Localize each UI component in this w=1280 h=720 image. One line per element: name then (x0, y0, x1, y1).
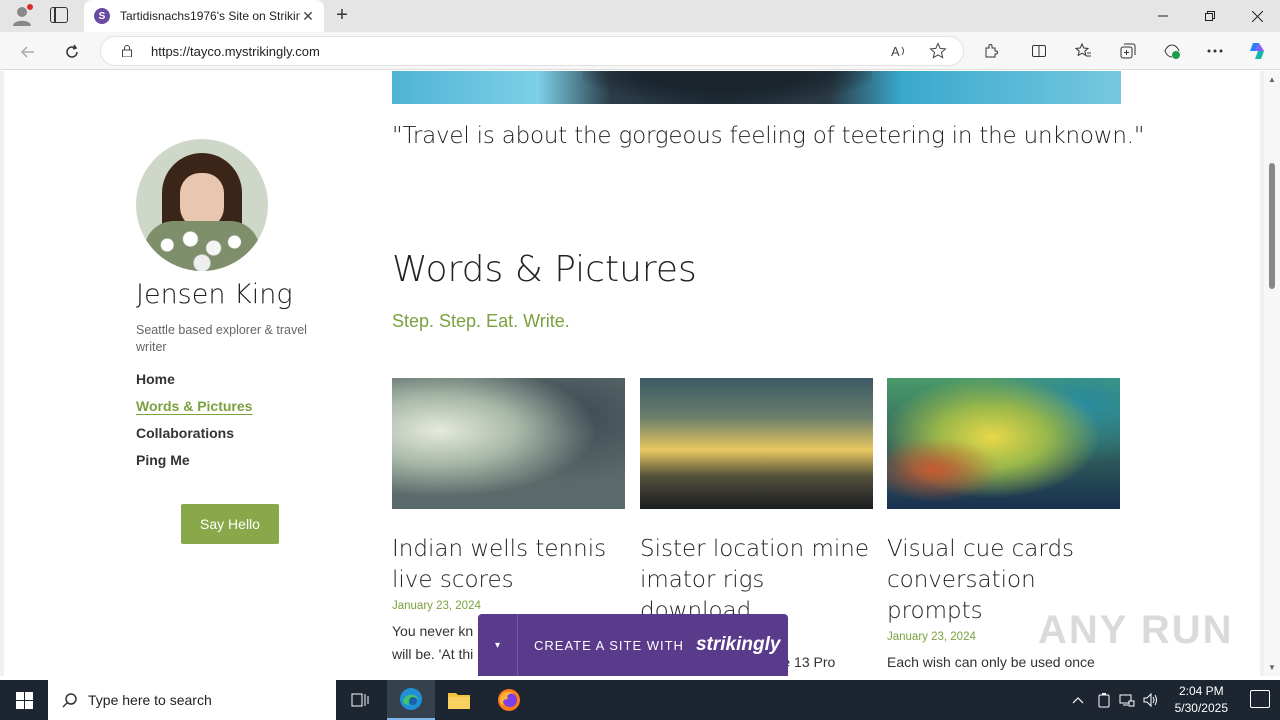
search-icon (62, 693, 77, 708)
chevron-down-icon[interactable]: ▾ (478, 614, 518, 676)
site-navigation: Home Words & Pictures Collaborations Pin… (136, 371, 252, 479)
system-clock[interactable]: 2:04 PM 5/30/2025 (1175, 683, 1228, 717)
windows-taskbar: Type here to search 2:04 PM 5/30/2025 (0, 680, 1280, 720)
restore-icon[interactable] (1187, 0, 1233, 32)
url-text: https://tayco.mystrikingly.com (151, 43, 320, 59)
section-title: Words & Pictures (392, 249, 697, 290)
browser-essentials-icon[interactable] (1161, 40, 1183, 62)
post-excerpt-line: Each wish can only be used once (887, 654, 1095, 670)
browser-tab-bar: S Tartidisnachs1976's Site on Strikingly… (0, 0, 1280, 32)
strikingly-favicon-icon: S (94, 8, 110, 24)
author-name: Jensen King (136, 279, 293, 310)
more-options-icon[interactable] (1204, 40, 1226, 62)
nav-words-pictures[interactable]: Words & Pictures (136, 398, 252, 425)
clock-time: 2:04 PM (1178, 684, 1224, 698)
extensions-icon[interactable] (980, 40, 1002, 62)
scroll-down-icon[interactable]: ▼ (1268, 663, 1276, 672)
scrollbar-thumb[interactable] (1269, 163, 1275, 289)
read-aloud-icon[interactable]: A (888, 40, 910, 62)
windows-logo-icon (15, 691, 33, 709)
svg-text:A: A (891, 44, 900, 59)
back-icon[interactable] (16, 40, 40, 64)
favorite-star-icon[interactable] (927, 40, 949, 62)
file-explorer-icon[interactable] (435, 680, 483, 720)
volume-icon[interactable] (1138, 680, 1162, 720)
say-hello-button[interactable]: Say Hello (181, 504, 279, 544)
split-screen-icon[interactable] (1028, 40, 1050, 62)
post-title[interactable]: Indian wells tennis live scores (392, 534, 625, 596)
clock-date: 5/30/2025 (1174, 701, 1228, 715)
post-thumbnail[interactable] (392, 378, 625, 509)
edge-taskbar-icon[interactable] (387, 680, 435, 720)
search-placeholder: Type here to search (88, 692, 212, 708)
post-thumbnail[interactable] (640, 378, 873, 509)
collections-icon[interactable] (1117, 40, 1139, 62)
refresh-icon[interactable] (60, 40, 84, 64)
close-tab-icon[interactable]: ✕ (300, 8, 316, 25)
favorites-icon[interactable] (1072, 40, 1094, 62)
hero-image (392, 71, 1121, 104)
copilot-icon[interactable] (1246, 40, 1268, 62)
travel-quote: "Travel is about the gorgeous feeling of… (392, 123, 1145, 149)
minimize-icon[interactable] (1140, 0, 1186, 32)
url-field[interactable]: https://tayco.mystrikingly.com (100, 36, 964, 66)
taskbar-search-box[interactable]: Type here to search (48, 680, 336, 720)
nav-ping-me[interactable]: Ping Me (136, 452, 252, 479)
close-window-icon[interactable] (1234, 0, 1280, 32)
promo-text: CREATE A SITE WITH (534, 637, 684, 653)
lock-icon[interactable] (121, 45, 133, 57)
page-viewport: "Travel is about the gorgeous feeling of… (0, 71, 1280, 676)
tray-chevron-up-icon[interactable] (1066, 680, 1090, 720)
battery-icon[interactable] (1092, 680, 1116, 720)
anyrun-watermark: ANY RUN (1038, 608, 1234, 652)
web-page: "Travel is about the gorgeous feeling of… (4, 71, 1260, 676)
network-icon[interactable] (1115, 680, 1139, 720)
post-thumbnail[interactable] (887, 378, 1120, 509)
tab-title: Tartidisnachs1976's Site on Strikingly (120, 9, 300, 23)
author-tagline: Seattle based explorer & travel writer (136, 323, 307, 354)
create-site-promo-bar[interactable]: ▾ CREATE A SITE WITH strikingly (478, 614, 788, 676)
tab-actions-icon[interactable] (50, 7, 68, 23)
section-subtitle: Step. Step. Eat. Write. (392, 311, 570, 331)
strikingly-logo: strikingly (695, 634, 781, 655)
firefox-icon[interactable] (485, 680, 533, 720)
notifications-icon[interactable] (1250, 690, 1270, 708)
profile-avatar (136, 139, 268, 271)
new-tab-button[interactable]: + (330, 4, 354, 28)
start-button[interactable] (0, 680, 48, 720)
profile-icon[interactable] (10, 4, 34, 28)
task-view-icon[interactable] (336, 680, 384, 720)
nav-home[interactable]: Home (136, 371, 252, 398)
active-tab[interactable]: S Tartidisnachs1976's Site on Strikingly… (84, 0, 324, 32)
page-scrollbar[interactable]: ▲ ▼ (1264, 71, 1280, 676)
nav-collaborations[interactable]: Collaborations (136, 425, 252, 452)
post-date: January 23, 2024 (392, 600, 481, 612)
scroll-up-icon[interactable]: ▲ (1268, 75, 1276, 84)
